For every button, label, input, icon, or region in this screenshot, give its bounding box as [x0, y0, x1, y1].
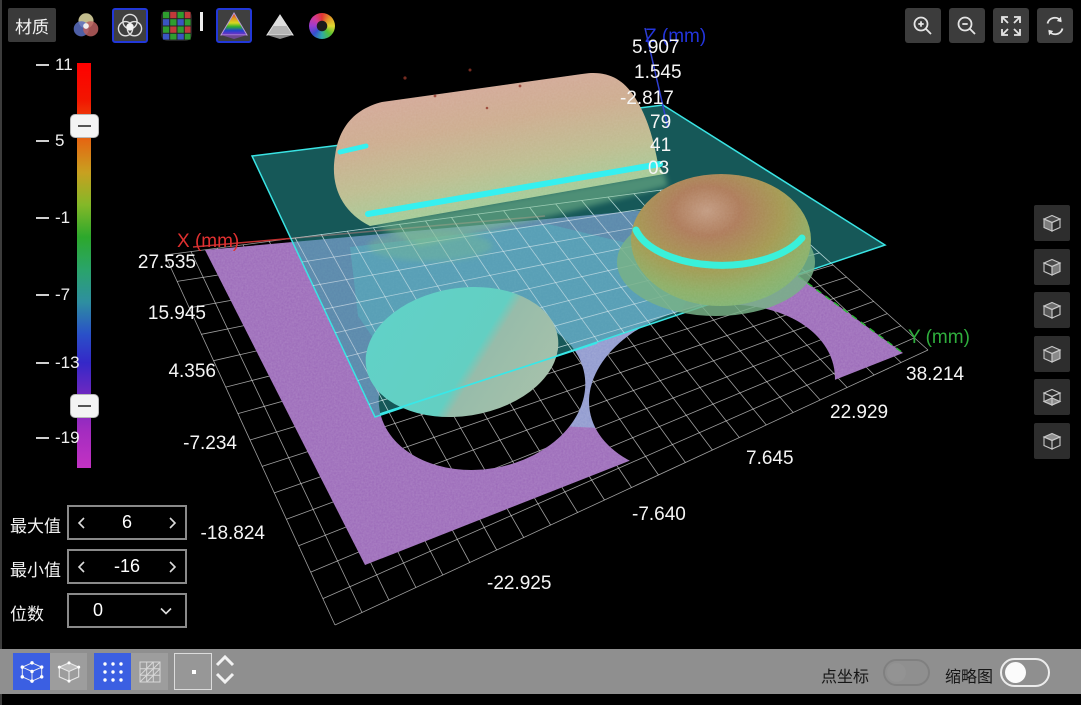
- zoom-out-button[interactable]: [949, 8, 985, 43]
- max-value: 6: [95, 512, 159, 533]
- colorbar-tick: 11: [55, 55, 73, 75]
- max-increment-button[interactable]: [159, 507, 185, 538]
- zoom-in-button[interactable]: [905, 8, 941, 43]
- min-value-label: 最小值: [10, 556, 61, 581]
- min-value-stepper[interactable]: -16: [67, 549, 187, 584]
- colorbar-tick: -7: [55, 285, 70, 305]
- y-axis-label: Y (mm): [908, 327, 970, 348]
- chevron-down-icon: [159, 606, 173, 616]
- solid-view-button[interactable]: [50, 653, 87, 690]
- y-axis-tick: -7.640: [632, 504, 686, 525]
- max-value-label: 最大值: [10, 512, 61, 537]
- z-axis-tick-partial: 79: [650, 112, 671, 133]
- material-button[interactable]: 材质: [8, 8, 56, 42]
- rgb-circles-icon[interactable]: [68, 8, 104, 43]
- thumbnail-label: 缩略图: [945, 663, 993, 687]
- digits-value: 0: [93, 600, 159, 621]
- x-axis-tick: 27.535: [138, 252, 196, 273]
- thumbnail-toggle[interactable]: [1000, 658, 1050, 687]
- rgb-circles-mono-icon[interactable]: [112, 8, 148, 43]
- points-display-button[interactable]: [94, 653, 131, 690]
- view-cube-bottom-button[interactable]: [1034, 379, 1070, 415]
- y-axis-tick: 7.645: [746, 448, 794, 469]
- digits-dropdown[interactable]: 0: [67, 593, 187, 628]
- point-coord-label: 点坐标: [821, 663, 869, 687]
- bayer-mosaic-icon[interactable]: [158, 8, 194, 43]
- colorbar-tick-mark: [36, 217, 49, 219]
- y-axis-tick: 22.929: [830, 402, 888, 423]
- min-value: -16: [95, 556, 159, 577]
- z-axis-tick-partial: 41: [650, 135, 671, 156]
- colorbar-tick-mark: [36, 437, 49, 439]
- color-wheel-icon[interactable]: [304, 8, 340, 43]
- point-size-spinner[interactable]: [214, 653, 236, 690]
- fit-view-button[interactable]: [993, 8, 1029, 43]
- point-size-preview: [174, 653, 212, 690]
- x-axis-label: X (mm): [177, 231, 239, 252]
- view-cube-front-button[interactable]: [1034, 292, 1070, 328]
- z-axis-tick-partial: 03: [648, 158, 669, 179]
- max-decrement-button[interactable]: [69, 507, 95, 538]
- max-value-stepper[interactable]: 6: [67, 505, 187, 540]
- toggle-knob: [887, 663, 906, 682]
- colorbar-tick-mark: [36, 294, 49, 296]
- colorbar-tick-mark: [36, 140, 49, 142]
- x-axis-tick: -18.824: [201, 523, 265, 544]
- x-axis-tick: 4.356: [168, 361, 216, 382]
- y-axis-tick: -22.925: [487, 573, 551, 594]
- view-cube-back-button[interactable]: [1034, 336, 1070, 372]
- colorbar-tick: -13: [55, 353, 80, 373]
- status-bar: 点坐标 缩略图: [0, 649, 1081, 694]
- colorbar-tick: -1: [55, 208, 70, 228]
- z-axis-tick: -2.817: [620, 88, 674, 109]
- z-axis-tick: 5.907: [632, 37, 680, 58]
- colorbar-tick-mark: [36, 64, 49, 66]
- x-axis-tick: 15.945: [148, 303, 206, 324]
- colorbar-tick-mark: [36, 362, 49, 364]
- colorbar-tick: -19: [55, 428, 80, 448]
- point-coord-toggle[interactable]: [883, 659, 930, 686]
- z-axis-tick: 1.545: [634, 62, 682, 83]
- mesh-display-button[interactable]: [131, 653, 168, 690]
- y-axis-tick: 38.214: [906, 364, 964, 385]
- colorbar-max-handle[interactable]: [70, 114, 99, 138]
- rainbow-pyramid-icon[interactable]: [216, 8, 252, 43]
- reset-view-button[interactable]: [1037, 8, 1073, 43]
- colorbar-min-handle[interactable]: [70, 394, 99, 418]
- view-cube-left-button[interactable]: [1034, 205, 1070, 241]
- min-decrement-button[interactable]: [69, 551, 95, 582]
- x-axis-tick: -7.234: [183, 433, 237, 454]
- view-cube-top-button[interactable]: [1034, 423, 1070, 459]
- min-increment-button[interactable]: [159, 551, 185, 582]
- view-cube-right-button[interactable]: [1034, 249, 1070, 285]
- colorbar-tick: 5: [55, 131, 64, 151]
- window-left-border: [0, 0, 2, 705]
- gray-pyramid-icon[interactable]: [262, 8, 298, 43]
- digits-label: 位数: [10, 600, 44, 625]
- toggle-knob: [1005, 662, 1026, 683]
- toolbar-divider: [200, 12, 203, 31]
- point-cloud-view-button[interactable]: [13, 653, 50, 690]
